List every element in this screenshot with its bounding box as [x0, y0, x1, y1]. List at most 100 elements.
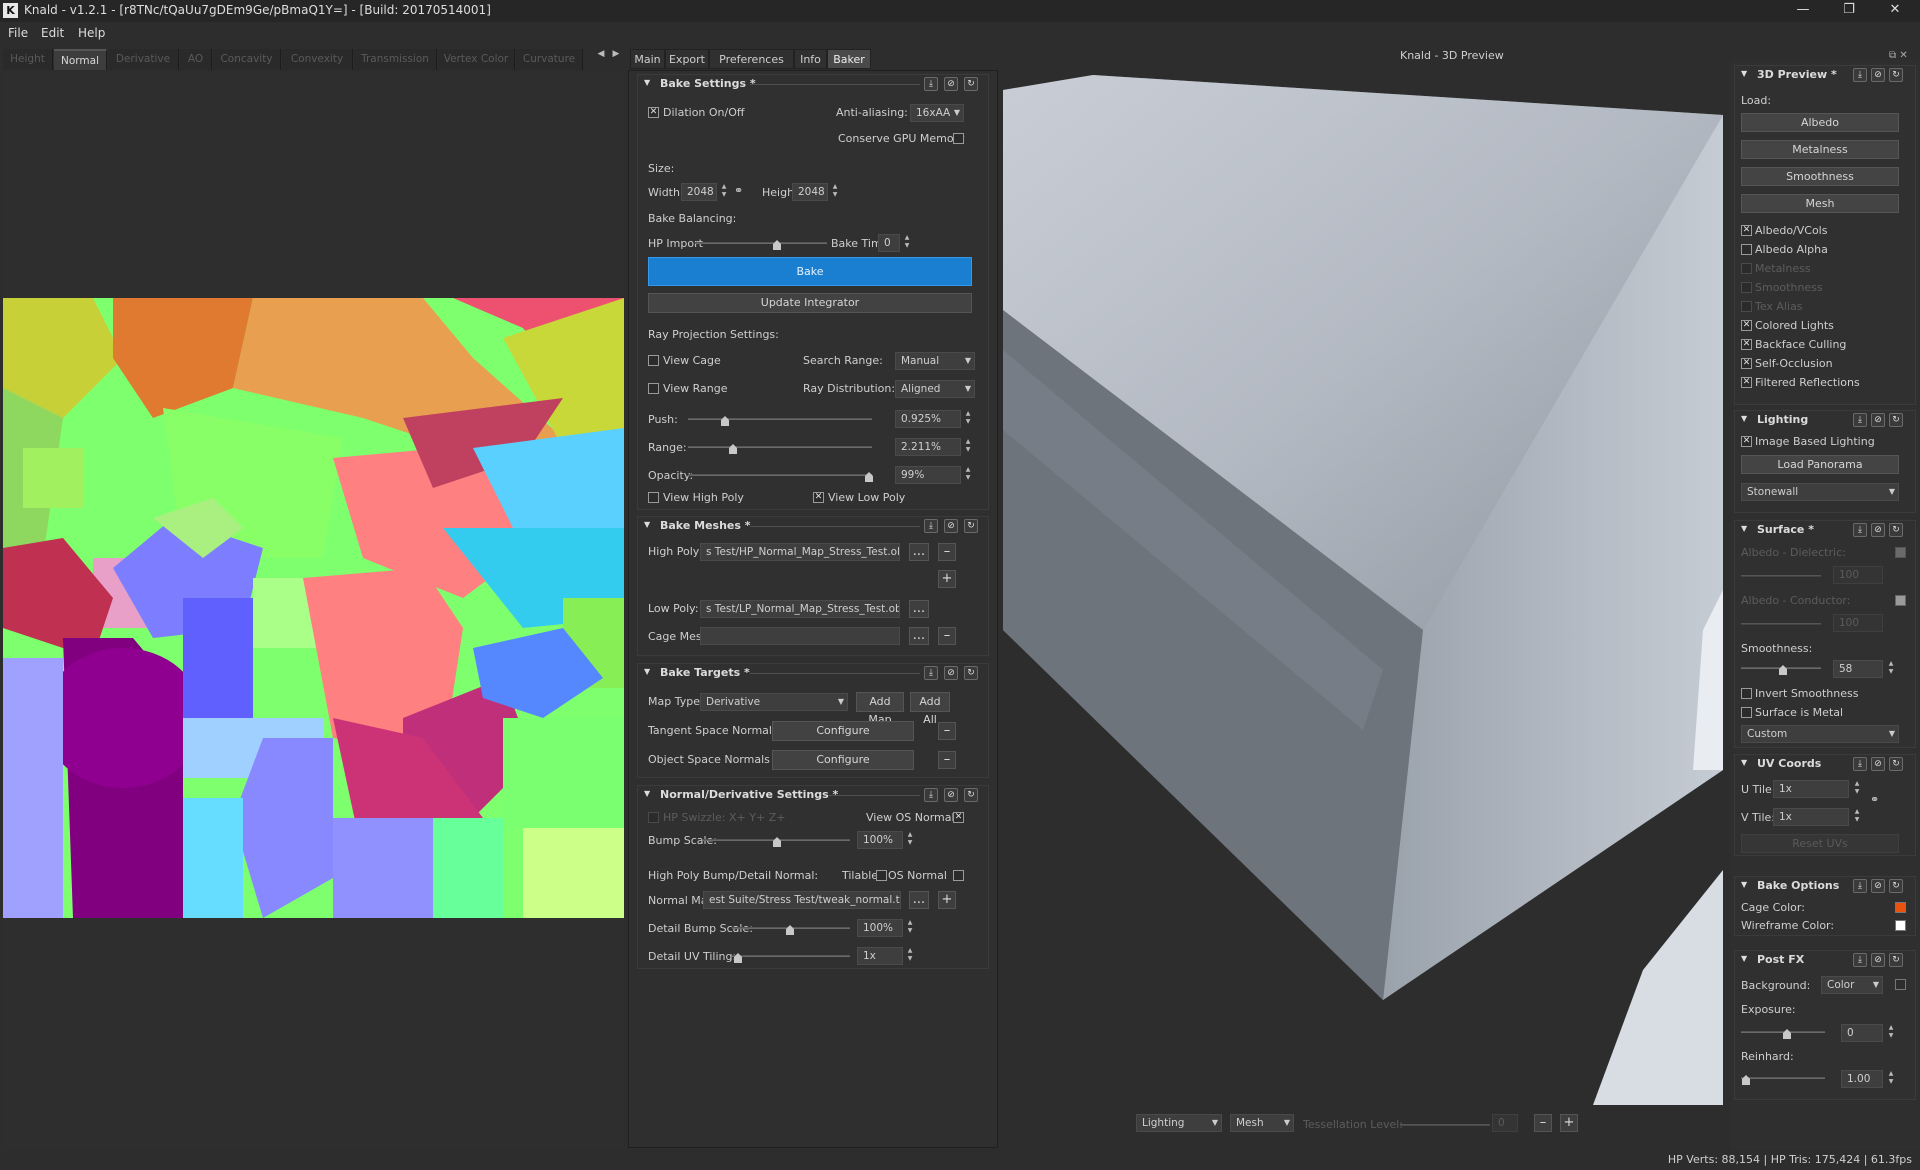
preview-option-checkbox[interactable]: [1741, 244, 1752, 255]
dilation-checkbox[interactable]: ✕: [648, 107, 659, 118]
save-preset-icon[interactable]: ⤓: [924, 77, 938, 91]
3d-viewport[interactable]: [1003, 70, 1723, 1105]
tab-vertex-color[interactable]: Vertex Color: [438, 49, 515, 70]
refresh-icon[interactable]: ↻: [1889, 879, 1903, 893]
reinhard-input[interactable]: 1.00: [1841, 1070, 1883, 1088]
collapse-icon[interactable]: ▼: [644, 789, 650, 798]
add-all-button[interactable]: Add All: [910, 692, 950, 726]
refresh-icon[interactable]: ↻: [964, 788, 978, 802]
normal-map-input[interactable]: est Suite/Stress Test/tweak_normal.tiff: [703, 891, 901, 909]
map-types-dropdown[interactable]: Derivative ▼: [700, 693, 848, 711]
tab-scroll-left-icon[interactable]: ◀: [595, 49, 607, 63]
tab-normal[interactable]: Normal: [54, 49, 107, 70]
load-albedo-button[interactable]: Albedo: [1741, 113, 1899, 132]
preview-option-checkbox[interactable]: [1741, 301, 1752, 312]
mesh-dropdown[interactable]: Mesh ▼: [1230, 1114, 1294, 1132]
update-integrator-button[interactable]: Update Integrator: [648, 293, 972, 313]
conserve-checkbox[interactable]: [953, 133, 964, 144]
refresh-icon[interactable]: ↻: [1889, 757, 1903, 771]
menu-help[interactable]: Help: [78, 26, 105, 40]
tessellation-input[interactable]: 0: [1492, 1114, 1518, 1132]
save-preset-icon[interactable]: ⤓: [924, 519, 938, 533]
view-cage-checkbox[interactable]: [648, 355, 659, 366]
opacity-input[interactable]: 99%: [895, 466, 961, 484]
preview-option-checkbox[interactable]: ✕: [1741, 358, 1752, 369]
tab-info[interactable]: Info: [794, 49, 827, 69]
cage-color-swatch[interactable]: [1895, 902, 1906, 913]
v-tile-input[interactable]: 1x: [1773, 808, 1849, 826]
reset-icon[interactable]: ⊘: [1871, 523, 1885, 537]
save-preset-icon[interactable]: ⤓: [1853, 523, 1867, 537]
refresh-icon[interactable]: ↻: [964, 666, 978, 680]
reset-icon[interactable]: ⊘: [1871, 413, 1885, 427]
surface-metal-checkbox[interactable]: [1741, 707, 1752, 718]
load-metalness-button[interactable]: Metalness: [1741, 140, 1899, 159]
background-color-swatch[interactable]: [1895, 979, 1906, 990]
refresh-icon[interactable]: ↻: [1889, 953, 1903, 967]
reset-uvs-button[interactable]: Reset UVs: [1741, 834, 1899, 853]
preview-option-checkbox[interactable]: ✕: [1741, 339, 1752, 350]
collapse-icon[interactable]: ▼: [644, 78, 650, 87]
load-mesh-button[interactable]: Mesh: [1741, 194, 1899, 213]
invert-smoothness-checkbox[interactable]: [1741, 688, 1752, 699]
push-input[interactable]: 0.925%: [895, 410, 961, 428]
os-normal-checkbox[interactable]: [953, 870, 964, 881]
preview-option-checkbox[interactable]: [1741, 263, 1752, 274]
save-preset-icon[interactable]: ⤓: [1853, 68, 1867, 82]
collapse-icon[interactable]: ▼: [1741, 69, 1747, 78]
collapse-icon[interactable]: ▼: [1741, 414, 1747, 423]
reset-icon[interactable]: ⊘: [1871, 879, 1885, 893]
tab-height[interactable]: Height: [3, 49, 53, 70]
detail-bump-input[interactable]: 100%: [857, 919, 903, 937]
range-input[interactable]: 2.211%: [895, 438, 961, 456]
reset-icon[interactable]: ⊘: [944, 666, 958, 680]
refresh-icon[interactable]: ↻: [1889, 413, 1903, 427]
collapse-icon[interactable]: ▼: [1741, 954, 1747, 963]
bump-scale-spinner[interactable]: ▲ ▼: [904, 831, 916, 849]
zoom-out-icon[interactable]: –: [1534, 1114, 1552, 1132]
ray-distribution-dropdown[interactable]: Aligned ▼: [895, 380, 975, 398]
collapse-icon[interactable]: ▼: [1741, 758, 1747, 767]
detail-uv-input[interactable]: 1x: [857, 947, 903, 965]
bake-time-spinner[interactable]: ▲ ▼: [901, 234, 913, 252]
bump-scale-input[interactable]: 100%: [857, 831, 903, 849]
preview-option-checkbox[interactable]: ✕: [1741, 377, 1752, 388]
hp-swizzle-checkbox[interactable]: [648, 812, 659, 823]
u-tile-input[interactable]: 1x: [1773, 780, 1849, 798]
dielectric-color-swatch[interactable]: [1895, 547, 1906, 558]
save-preset-icon[interactable]: ⤓: [924, 788, 938, 802]
tab-baker[interactable]: Baker: [827, 49, 871, 69]
width-input[interactable]: 2048: [681, 183, 717, 201]
view-range-checkbox[interactable]: [648, 383, 659, 394]
reset-icon[interactable]: ⊘: [944, 788, 958, 802]
reset-icon[interactable]: ⊘: [1871, 757, 1885, 771]
panorama-dropdown[interactable]: Stonewall ▼: [1741, 483, 1899, 501]
opacity-spinner[interactable]: ▲ ▼: [962, 466, 974, 484]
tab-preferences[interactable]: Preferences: [709, 49, 794, 69]
v-tile-spinner[interactable]: ▲ ▼: [1851, 808, 1863, 826]
close-icon[interactable]: ✕: [1872, 0, 1918, 22]
reset-icon[interactable]: ⊘: [1871, 68, 1885, 82]
lighting-dropdown[interactable]: Lighting ▼: [1136, 1114, 1222, 1132]
push-spinner[interactable]: ▲ ▼: [962, 410, 974, 428]
surface-preset-dropdown[interactable]: Custom ▼: [1741, 725, 1899, 743]
view-high-poly-checkbox[interactable]: [648, 492, 659, 503]
collapse-icon[interactable]: ▼: [644, 520, 650, 529]
refresh-icon[interactable]: ↻: [1889, 68, 1903, 82]
remove-icon[interactable]: –: [938, 627, 956, 645]
range-spinner[interactable]: ▲ ▼: [962, 438, 974, 456]
add-icon[interactable]: +: [938, 570, 956, 588]
configure-osn-button[interactable]: Configure: [772, 750, 914, 770]
lighting-header[interactable]: ▼ Lighting ⤓ ⊘ ↻: [1735, 411, 1915, 429]
reset-icon[interactable]: ⊘: [944, 77, 958, 91]
dielectric-slider[interactable]: [1741, 575, 1821, 577]
tab-convexity[interactable]: Convexity: [282, 49, 353, 70]
bake-time-input[interactable]: 0: [878, 234, 900, 252]
width-spinner[interactable]: ▲ ▼: [718, 183, 730, 201]
low-poly-input[interactable]: s Test/LP_Normal_Map_Stress_Test.obj: [700, 600, 900, 618]
refresh-icon[interactable]: ↻: [964, 77, 978, 91]
menu-file[interactable]: File: [8, 26, 28, 40]
uv-coords-header[interactable]: ▼ UV Coords ⤓ ⊘ ↻: [1735, 755, 1915, 773]
exposure-input[interactable]: 0: [1841, 1024, 1883, 1042]
u-tile-spinner[interactable]: ▲ ▼: [1851, 780, 1863, 798]
